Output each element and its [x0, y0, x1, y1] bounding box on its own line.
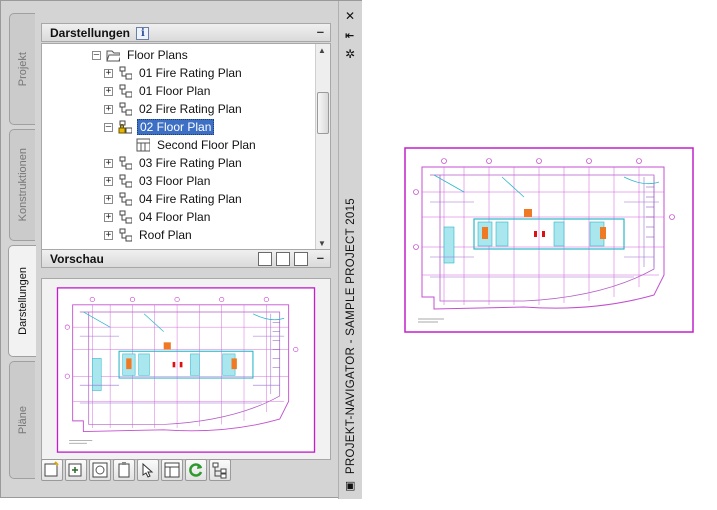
views-tree[interactable]: – Floor Plans +01 Fire Rating Plan +01 Floo… — [41, 43, 331, 251]
regenerate-button[interactable] — [89, 459, 111, 481]
tree-item[interactable]: +03 Fire Rating Plan — [104, 154, 244, 172]
regenerate-icon — [92, 462, 108, 478]
expand-icon[interactable]: + — [104, 68, 113, 78]
details-icon — [164, 462, 180, 478]
tree-item-label: 04 Fire Rating Plan — [139, 192, 242, 206]
palette-title: PROJEKT-NAVIGATOR - SAMPLE PROJECT 2015 — [341, 197, 361, 475]
clipboard-button[interactable] — [113, 459, 135, 481]
info-icon[interactable]: i — [136, 27, 150, 40]
view-icon — [119, 210, 132, 224]
locked-view-icon — [118, 120, 132, 134]
new-view-button[interactable] — [41, 459, 63, 481]
tab-konstruktionen-label: Konstruktionen — [16, 148, 29, 222]
tab-plaene-label: Pläne — [16, 405, 29, 435]
tree-item-label: 03 Floor Plan — [139, 174, 211, 188]
preview-area — [41, 278, 331, 460]
palette-title-text: PROJEKT-NAVIGATOR - SAMPLE PROJECT 2015 — [345, 197, 357, 475]
tree-item[interactable]: – Floor Plans — [92, 46, 190, 64]
close-icon[interactable]: ✕ — [345, 9, 355, 23]
tree-item-label: Roof Plan — [139, 228, 192, 242]
select-icon — [142, 462, 154, 478]
tree-item-label: Floor Plans — [127, 48, 188, 62]
tree-item-label: 02 Floor Plan — [137, 119, 215, 135]
preview-panel-title: Vorschau — [50, 252, 104, 266]
palette-title-strip[interactable]: ✕ ⇤ ✲ PROJEKT-NAVIGATOR - SAMPLE PROJECT… — [338, 1, 362, 499]
collapse-views-button[interactable]: – — [317, 24, 324, 39]
zoom-preview-icon[interactable] — [294, 252, 308, 266]
tab-projekt-label: Projekt — [16, 51, 29, 87]
hierarchy-icon — [212, 462, 227, 479]
view-icon — [119, 102, 132, 116]
sheet-view-icon — [136, 138, 150, 152]
tree-item-label: 04 Floor Plan — [139, 210, 211, 224]
floor-plan-preview-image — [56, 287, 316, 453]
tree-item[interactable]: – 02 Floor Plan — [104, 118, 215, 136]
tab-darstellungen-label: Darstellungen — [16, 267, 29, 335]
tree-item-label: 03 Fire Rating Plan — [139, 156, 242, 170]
expand-icon[interactable]: + — [104, 158, 113, 168]
hierarchy-button[interactable] — [209, 459, 231, 481]
views-panel-title: Darstellungen — [50, 26, 131, 40]
scroll-down-arrow-icon[interactable]: ▼ — [318, 239, 326, 248]
collapse-preview-button[interactable]: – — [317, 250, 324, 265]
add-view-icon — [68, 463, 82, 477]
tree-scrollbar[interactable]: ▲ ▼ — [315, 44, 330, 250]
expand-icon[interactable]: + — [104, 194, 113, 204]
select-button[interactable] — [137, 459, 159, 481]
tree-item[interactable]: +04 Floor Plan — [104, 208, 212, 226]
tree-item-label: Second Floor Plan — [157, 138, 256, 152]
tree-item-label: 02 Fire Rating Plan — [139, 102, 242, 116]
collapse-icon[interactable]: – — [104, 122, 113, 132]
expand-icon[interactable]: + — [104, 104, 113, 114]
tab-konstruktionen[interactable]: Konstruktionen — [9, 129, 35, 241]
refresh-icon — [189, 463, 203, 477]
collapse-icon[interactable]: – — [92, 50, 101, 60]
tree-item[interactable]: +04 Fire Rating Plan — [104, 190, 244, 208]
add-view-button[interactable] — [65, 459, 87, 481]
view-icon — [119, 192, 132, 206]
palette-content: Darstellungen i – – Floor Plans +01 Fire R… — [35, 13, 331, 495]
tree-item[interactable]: +01 Floor Plan — [104, 82, 212, 100]
tab-darstellungen[interactable]: Darstellungen — [8, 245, 36, 357]
palette-menu-icon[interactable]: ▣ — [345, 479, 355, 492]
new-view-icon — [44, 461, 59, 477]
details-button[interactable] — [161, 459, 183, 481]
tree-item[interactable]: +03 Floor Plan — [104, 172, 212, 190]
expand-icon[interactable]: + — [104, 212, 113, 222]
tree-item-label: 01 Floor Plan — [139, 84, 211, 98]
expand-icon[interactable]: + — [104, 176, 113, 186]
preview-mode-icon[interactable] — [258, 252, 272, 266]
scroll-thumb[interactable] — [317, 92, 329, 134]
view-icon — [119, 84, 132, 98]
views-panel-header[interactable]: Darstellungen i – — [41, 23, 331, 42]
project-navigator-palette: Projekt Konstruktionen Darstellungen Plä… — [0, 0, 362, 499]
tab-projekt[interactable]: Projekt — [9, 13, 35, 125]
tree-item[interactable]: +01 Fire Rating Plan — [104, 64, 244, 82]
show-frame-icon[interactable] — [276, 252, 290, 266]
view-icon — [119, 156, 132, 170]
floor-plan-image — [404, 147, 694, 333]
folder-open-icon — [106, 50, 120, 62]
tree-item[interactable]: +02 Fire Rating Plan — [104, 100, 244, 118]
view-icon — [119, 66, 132, 80]
view-icon — [119, 174, 132, 188]
preview-panel-header[interactable]: Vorschau – — [41, 249, 331, 268]
tab-plaene[interactable]: Pläne — [9, 361, 35, 479]
properties-icon[interactable]: ✲ — [345, 47, 355, 61]
scroll-up-arrow-icon[interactable]: ▲ — [318, 46, 326, 55]
tree-item-label: 01 Fire Rating Plan — [139, 66, 242, 80]
expand-icon[interactable]: + — [104, 86, 113, 96]
auto-hide-icon[interactable]: ⇤ — [345, 29, 354, 42]
refresh-button[interactable] — [185, 459, 207, 481]
bottom-toolbar — [41, 459, 231, 487]
expand-icon[interactable]: + — [104, 230, 113, 240]
tree-item[interactable]: Second Floor Plan — [122, 136, 258, 154]
view-icon — [119, 228, 132, 242]
clipboard-icon — [118, 462, 130, 478]
tree-item[interactable]: + Roof Plan — [104, 226, 194, 244]
